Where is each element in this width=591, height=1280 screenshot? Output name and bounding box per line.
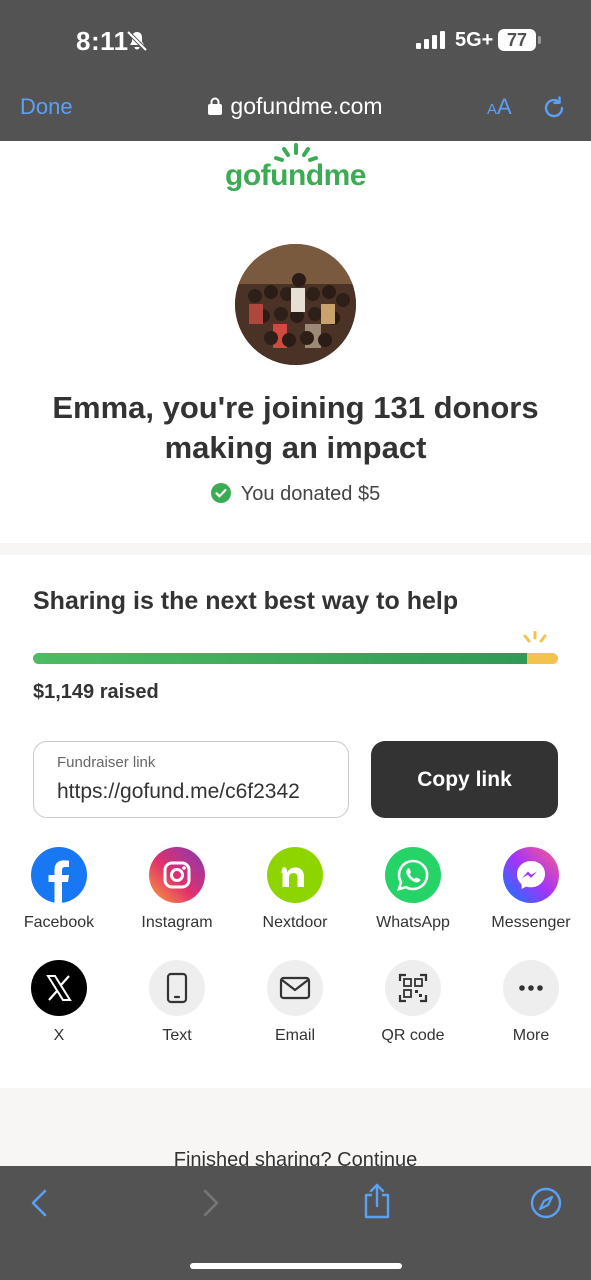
share-label-instagram: Instagram — [141, 914, 213, 931]
nextdoor-icon — [267, 847, 323, 903]
share-label-whatsapp: WhatsApp — [376, 914, 450, 931]
lock-icon — [208, 97, 223, 115]
fundraiser-link-value[interactable]: https://gofund.me/c6f2342 — [57, 780, 300, 804]
messenger-icon — [503, 847, 559, 903]
fundraiser-photo — [235, 244, 356, 365]
finished-sharing-continue-link[interactable]: Finished sharing? Continue — [0, 1149, 591, 1166]
safari-header: Done gofundme.com AA — [0, 80, 591, 141]
share-qr-code[interactable]: QR code — [354, 960, 472, 1045]
raised-amount: $1,149 raised — [33, 681, 159, 703]
status-bar: 8:11 5G+ 77 — [0, 0, 591, 80]
gofundme-logo[interactable]: gofundme — [0, 143, 591, 193]
cellular-signal-icon — [416, 31, 445, 49]
fundraiser-link-label: Fundraiser link — [57, 754, 156, 771]
share-instagram[interactable]: Instagram — [118, 847, 236, 932]
text-size-button[interactable]: AA — [487, 94, 512, 120]
share-more[interactable]: More — [472, 960, 590, 1045]
url-text: gofundme.com — [230, 93, 383, 119]
sparkle-icon — [523, 631, 547, 643]
share-email[interactable]: Email — [236, 960, 354, 1045]
text-size-large-a: A — [497, 94, 512, 119]
page-content: gofundme Emma, you're joining 131 donors… — [0, 141, 591, 1166]
donation-confirmation: You donated $5 — [0, 483, 591, 506]
share-whatsapp[interactable]: WhatsApp — [354, 847, 472, 932]
instagram-icon — [149, 847, 205, 903]
headline-line-1: Emma, you're joining 131 donors — [52, 390, 539, 425]
check-circle-icon — [210, 483, 231, 503]
reload-icon[interactable] — [541, 95, 567, 121]
share-label-text: Text — [162, 1027, 192, 1044]
headline-line-2: making an impact — [164, 430, 427, 465]
fundraising-progress-bar — [33, 653, 558, 664]
x-icon — [31, 960, 87, 1016]
battery-level: 77 — [506, 30, 528, 50]
phone-icon — [149, 960, 205, 1016]
text-size-small-a: A — [487, 101, 498, 118]
share-label-facebook: Facebook — [23, 914, 95, 931]
compass-icon[interactable] — [530, 1187, 562, 1219]
share-facebook[interactable]: Facebook — [0, 847, 118, 932]
share-sheet-icon[interactable] — [362, 1182, 392, 1220]
browser-top-chrome: 8:11 5G+ 77 Done gofundme.com AA — [0, 0, 591, 141]
share-label-messenger: Messenger — [491, 914, 571, 931]
group-photo-illustration — [235, 244, 356, 365]
page-headline: Emma, you're joining 131 donors making a… — [0, 388, 591, 468]
share-label-nextdoor: Nextdoor — [262, 914, 328, 931]
share-label-email: Email — [274, 1027, 315, 1044]
status-time: 8:11 — [76, 26, 129, 56]
share-title: Sharing is the next best way to help — [33, 587, 459, 615]
forward-icon — [203, 1189, 219, 1217]
network-type: 5G+ — [455, 29, 494, 51]
share-x[interactable]: X — [0, 960, 118, 1045]
share-messenger[interactable]: Messenger — [472, 847, 590, 932]
logo-sun-icon — [274, 143, 318, 162]
progress-fill — [33, 653, 527, 664]
share-label-more: More — [512, 1027, 550, 1044]
share-nextdoor[interactable]: Nextdoor — [236, 847, 354, 932]
whatsapp-icon — [385, 847, 441, 903]
section-divider — [0, 543, 591, 555]
qr-code-icon — [385, 960, 441, 1016]
back-icon[interactable] — [28, 1188, 52, 1218]
donated-text: You donated $5 — [240, 483, 381, 505]
share-text[interactable]: Text — [118, 960, 236, 1045]
bell-off-icon — [126, 30, 148, 52]
home-indicator — [190, 1263, 402, 1269]
battery-icon: 77 — [498, 29, 542, 51]
copy-link-button[interactable]: Copy link — [371, 741, 558, 818]
mail-icon — [267, 960, 323, 1016]
share-label-qr-code: QR code — [381, 1027, 445, 1044]
fundraiser-link-field[interactable]: Fundraiser link https://gofund.me/c6f234… — [33, 741, 349, 818]
share-label-x: X — [53, 1027, 65, 1044]
facebook-icon — [31, 847, 87, 903]
more-icon — [503, 960, 559, 1016]
